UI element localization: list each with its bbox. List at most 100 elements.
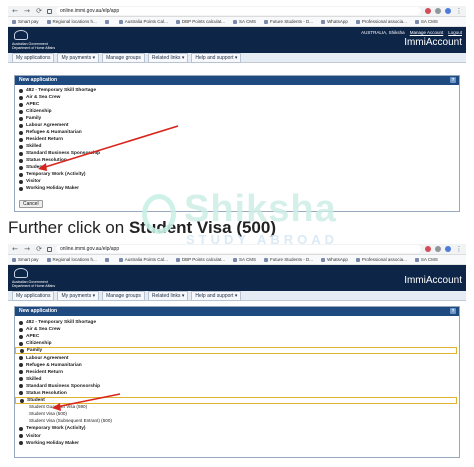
expand-icon[interactable] xyxy=(19,144,23,149)
profile-avatar[interactable] xyxy=(445,246,451,252)
list-item-resident-return[interactable]: Resident Return xyxy=(15,369,459,376)
bookmark-item[interactable]: SA CMS xyxy=(414,257,438,262)
expand-icon[interactable] xyxy=(19,356,23,361)
list-item-apec[interactable]: APEC xyxy=(15,333,459,340)
list-item-482-temporary-skill-shortage[interactable]: 482 - Temporary Skill Shortage xyxy=(15,87,459,94)
menu-related-links[interactable]: Related links ▾ xyxy=(147,290,189,301)
list-item-apec[interactable]: APEC xyxy=(15,101,459,108)
menu-help-and-support[interactable]: Help and support ▾ xyxy=(191,52,242,63)
bookmark-item[interactable]: Regional locations h... xyxy=(46,257,97,262)
bookmark-item[interactable]: WhatsApp xyxy=(321,257,348,262)
forward-icon[interactable]: → xyxy=(23,245,31,253)
back-icon[interactable]: ← xyxy=(11,7,19,15)
cancel-button[interactable]: Cancel xyxy=(19,200,43,208)
list-item-standard-business-sponsorship[interactable]: Standard Business Sponsorship xyxy=(15,150,459,157)
list-item-482-temporary-skill-shortage[interactable]: 482 - Temporary Skill Shortage xyxy=(15,319,459,326)
list-item-standard-business-sponsorship[interactable]: Standard Business Sponsorship xyxy=(15,383,459,390)
bookmark-item[interactable]: WhatsApp xyxy=(321,19,348,24)
bookmark-item[interactable] xyxy=(104,257,111,262)
bookmark-item[interactable]: SA CMS xyxy=(414,19,438,24)
expand-icon[interactable] xyxy=(19,130,23,135)
expand-icon[interactable] xyxy=(19,391,23,396)
extension-icon[interactable] xyxy=(425,246,431,252)
list-item-labour-agreement[interactable]: Labour Agreement xyxy=(15,354,459,361)
list-item-skilled[interactable]: Skilled xyxy=(15,143,459,150)
extension-icon[interactable] xyxy=(435,246,441,252)
menu-icon[interactable]: ⋮ xyxy=(455,7,463,15)
expand-icon[interactable] xyxy=(19,434,23,439)
expand-icon[interactable] xyxy=(19,151,23,156)
expand-icon[interactable] xyxy=(20,348,24,353)
link-student-visa-subsequent-entrant[interactable]: Student Visa (Subsequent Entrant) (500) xyxy=(15,418,459,425)
expand-icon[interactable] xyxy=(19,320,23,325)
expand-icon[interactable] xyxy=(19,116,23,121)
menu-manage-groups[interactable]: Manage groups xyxy=(102,290,145,301)
list-item-working-holiday-maker[interactable]: Working Holiday Maker xyxy=(15,440,459,447)
bookmark-item[interactable]: DBP Points calculat... xyxy=(175,257,225,262)
help-icon[interactable]: ? xyxy=(450,77,456,83)
expand-icon[interactable] xyxy=(19,377,23,382)
expand-icon[interactable] xyxy=(19,172,23,177)
list-item-visitor[interactable]: Visitor xyxy=(15,178,459,185)
list-item-citizenship[interactable]: Citizenship xyxy=(15,108,459,115)
expand-icon[interactable] xyxy=(19,137,23,142)
list-item-temporary-work-activity[interactable]: Temporary Work (Activity) xyxy=(15,425,459,432)
back-icon[interactable]: ← xyxy=(11,245,19,253)
link-student-visa-500[interactable]: Student Visa (500) xyxy=(15,411,459,418)
link-student-guardian-visa[interactable]: Student Guardian Visa (590) xyxy=(15,404,459,411)
list-item-refugee-humanitarian[interactable]: Refugee & Humanitarian xyxy=(15,362,459,369)
menu-manage-groups[interactable]: Manage groups xyxy=(102,52,145,63)
address-bar[interactable]: online.immi.gov.au/elp/app xyxy=(56,7,421,15)
bookmark-item[interactable]: Australia Points Cal... xyxy=(118,257,168,262)
expand-icon[interactable] xyxy=(19,102,23,107)
bookmark-item[interactable] xyxy=(104,19,111,24)
reload-icon[interactable]: ⟳ xyxy=(35,7,43,15)
list-item-labour-agreement[interactable]: Labour Agreement xyxy=(15,122,459,129)
expand-icon[interactable] xyxy=(19,123,23,128)
bookmark-item[interactable]: Regional locations h... xyxy=(46,19,97,24)
expand-icon[interactable] xyxy=(19,363,23,368)
list-item-family[interactable]: Family xyxy=(15,347,457,355)
expand-icon[interactable] xyxy=(19,334,23,339)
menu-my-payments[interactable]: My payments ▾ xyxy=(57,52,100,63)
help-icon[interactable]: ? xyxy=(450,308,456,314)
menu-related-links[interactable]: Related links ▾ xyxy=(147,52,189,63)
list-item-citizenship[interactable]: Citizenship xyxy=(15,340,459,347)
menu-icon[interactable]: ⋮ xyxy=(455,245,463,253)
list-item-visitor[interactable]: Visitor xyxy=(15,433,459,440)
menu-my-applications[interactable]: My applications xyxy=(12,290,55,301)
list-item-skilled[interactable]: Skilled xyxy=(15,376,459,383)
reload-icon[interactable]: ⟳ xyxy=(35,245,43,253)
expand-icon[interactable] xyxy=(19,341,23,346)
bookmark-item[interactable]: SA CMS xyxy=(233,19,256,24)
bookmark-item[interactable]: Future Students - D... xyxy=(264,19,313,24)
bookmark-item[interactable]: Professional associa... xyxy=(355,19,407,24)
address-bar[interactable]: online.immi.gov.au/elp/app xyxy=(56,245,421,253)
expand-icon[interactable] xyxy=(19,370,23,375)
bookmark-item[interactable]: Smart pay xyxy=(12,257,39,262)
list-item-resident-return[interactable]: Resident Return xyxy=(15,136,459,143)
bookmark-item[interactable]: Professional associa... xyxy=(355,257,407,262)
list-item-student[interactable]: Student xyxy=(15,164,459,171)
list-item-status-resolution[interactable]: Status Resolution xyxy=(15,157,459,164)
profile-avatar[interactable] xyxy=(445,8,451,14)
expand-icon[interactable] xyxy=(19,158,23,163)
collapse-icon[interactable] xyxy=(20,398,24,403)
expand-icon[interactable] xyxy=(19,179,23,184)
expand-icon[interactable] xyxy=(19,441,23,446)
manage-account-link[interactable]: Manage Account xyxy=(410,30,444,35)
expand-icon[interactable] xyxy=(19,109,23,114)
bookmark-item[interactable]: Smart pay xyxy=(12,19,39,24)
expand-icon[interactable] xyxy=(19,165,23,170)
expand-icon[interactable] xyxy=(19,95,23,100)
bookmark-item[interactable]: Future Students - D... xyxy=(264,257,313,262)
menu-help-and-support[interactable]: Help and support ▾ xyxy=(191,290,242,301)
list-item-refugee-humanitarian[interactable]: Refugee & Humanitarian xyxy=(15,129,459,136)
logout-link[interactable]: Logout xyxy=(448,30,462,35)
expand-icon[interactable] xyxy=(19,186,23,191)
forward-icon[interactable]: → xyxy=(23,7,31,15)
list-item-air-sea-crew[interactable]: Air & Sea Crew xyxy=(15,94,459,101)
expand-icon[interactable] xyxy=(19,426,23,431)
extension-icon[interactable] xyxy=(425,8,431,14)
extension-icon[interactable] xyxy=(435,8,441,14)
